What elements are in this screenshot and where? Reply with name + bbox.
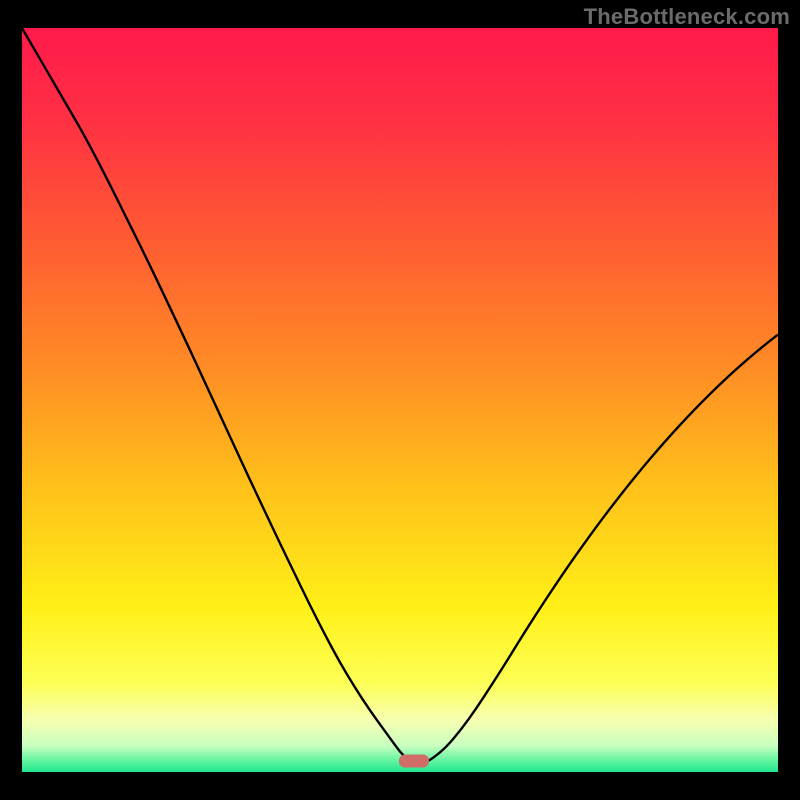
plot-svg <box>22 28 778 772</box>
plot-area <box>22 28 778 772</box>
watermark-text: TheBottleneck.com <box>584 4 790 30</box>
chart-frame: TheBottleneck.com <box>0 0 800 800</box>
gradient-background <box>22 28 778 772</box>
optimal-marker <box>399 754 429 767</box>
